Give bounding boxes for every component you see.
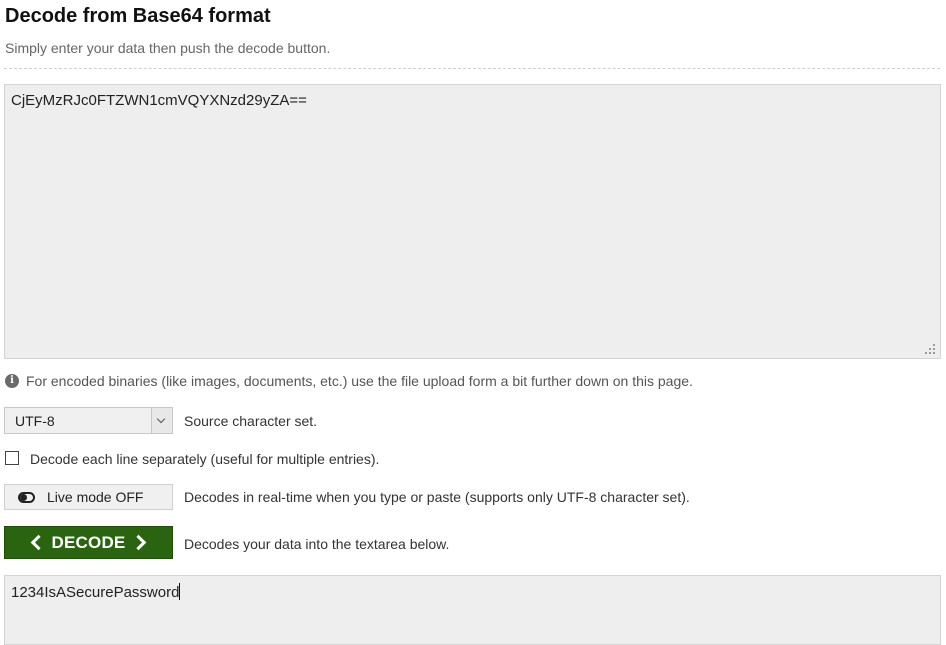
chevron-down-icon[interactable]: [151, 408, 172, 433]
header-divider: [4, 68, 940, 69]
live-mode-description: Decodes in real-time when you type or pa…: [184, 489, 690, 505]
binary-info-text: For encoded binaries (like images, docum…: [26, 373, 693, 389]
decoded-output-value: 1234IsASecurePassword: [11, 584, 180, 601]
page-subtitle: Simply enter your data then push the dec…: [5, 40, 331, 56]
live-mode-button[interactable]: Live mode OFF: [4, 484, 173, 510]
decode-button[interactable]: DECODE: [4, 526, 173, 559]
decode-lines-label[interactable]: Decode each line separately (useful for …: [30, 451, 379, 467]
info-circle-icon: i: [5, 374, 19, 388]
decode-description: Decodes your data into the textarea belo…: [184, 536, 450, 552]
decoded-output-textarea[interactable]: 1234IsASecurePassword: [4, 575, 941, 645]
chevron-left-icon: [30, 534, 46, 551]
binary-info-note: i For encoded binaries (like images, doc…: [5, 373, 693, 389]
page-title: Decode from Base64 format: [5, 5, 271, 27]
charset-selected-value: UTF-8: [15, 413, 55, 429]
toggle-off-icon: [18, 491, 35, 503]
charset-select[interactable]: UTF-8: [4, 407, 173, 434]
chevron-right-icon: [131, 534, 147, 551]
base64-input-textarea[interactable]: CjEyMzRJc0FTZWN1cmVQYXNzd29yZA==: [4, 84, 941, 359]
charset-label: Source character set.: [184, 413, 318, 429]
text-cursor: [179, 583, 181, 600]
decode-button-label: DECODE: [51, 532, 126, 552]
resize-grip-icon[interactable]: [924, 343, 936, 355]
base64-input-value: CjEyMzRJc0FTZWN1cmVQYXNzd29yZA==: [11, 92, 307, 109]
decode-lines-checkbox[interactable]: [5, 451, 19, 465]
live-mode-label: Live mode OFF: [47, 489, 144, 505]
